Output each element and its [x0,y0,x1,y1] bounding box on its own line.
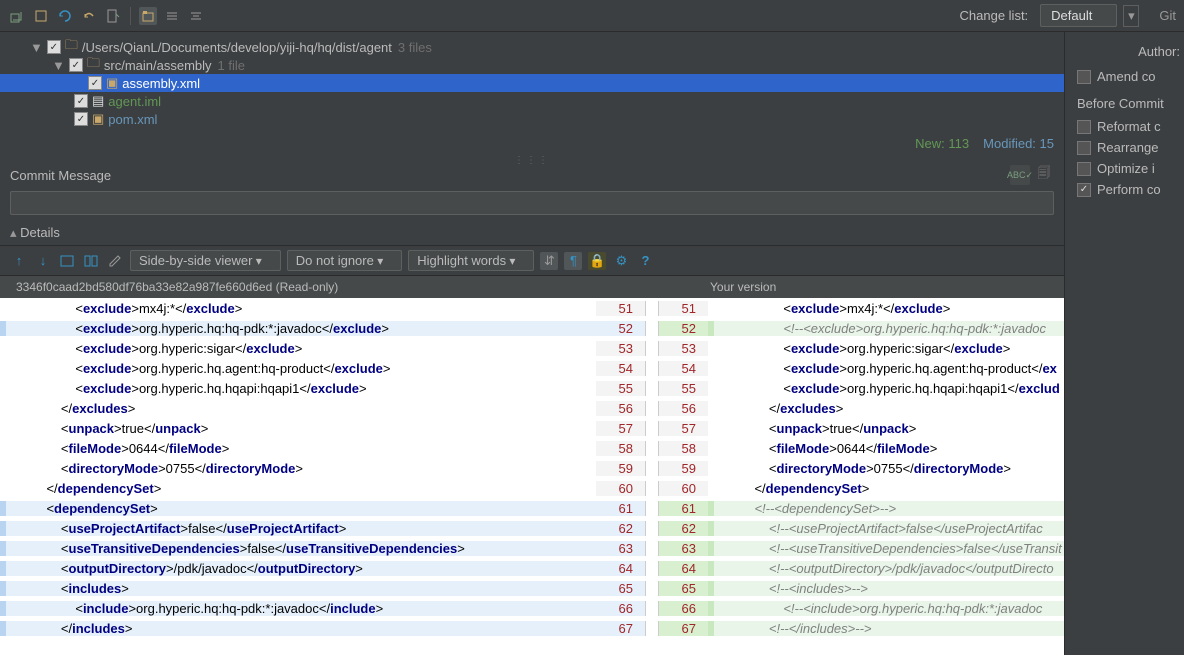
diff-line[interactable]: </excludes>5656 </excludes> [0,398,1064,418]
diff-title-bar: 3346f0caad2bd580df76ba33e82a987fe660d6ed… [0,276,1064,298]
chevron-down-icon[interactable]: ▼ [30,40,43,55]
settings-gear-icon[interactable]: ⚙ [612,252,630,270]
diff-line[interactable]: <unpack>true</unpack>5757 <unpack>true</… [0,418,1064,438]
undo-icon[interactable] [80,7,98,25]
xml-file-icon: ▣ [106,75,118,91]
diff-line[interactable]: <exclude>mx4j:*</exclude>5151 <exclude>m… [0,298,1064,318]
file-count: 1 file [218,58,245,73]
new-count: New: 113 [915,136,969,151]
diff-line[interactable]: <useTransitiveDependencies>false</useTra… [0,538,1064,558]
checkbox[interactable]: ✓ [47,40,61,54]
tree-file-iml[interactable]: ✓ ▤ agent.iml [0,92,1064,110]
tree-file-pom[interactable]: ✓ ▣ pom.xml [0,110,1064,128]
amend-checkbox-row[interactable]: Amend co [1077,69,1180,84]
rearrange-checkbox[interactable]: Rearrange [1077,140,1180,155]
go-to-icon[interactable] [58,252,76,270]
xml-file-icon: ▣ [92,111,104,127]
sync-scroll-icon[interactable]: ⇵ [540,252,558,270]
prev-diff-icon[interactable]: ↑ [10,252,28,270]
diff-line[interactable]: </includes>6767 <!--</includes>--> [0,618,1064,638]
author-label: Author: [1077,44,1180,59]
whitespace-icon[interactable]: ¶ [564,252,582,270]
diff-line[interactable]: <fileMode>0644</fileMode>5858 <fileMode>… [0,438,1064,458]
diff-line[interactable]: <exclude>org.hyperic.hq.agent:hq-product… [0,358,1064,378]
diff-icon[interactable] [104,7,122,25]
details-toggle[interactable]: Details [0,221,1064,245]
file-count: 3 files [398,40,432,55]
main-toolbar: Change list: Default ▾ Git [0,0,1184,32]
dropdown-arrow-icon[interactable]: ▾ [1123,5,1139,27]
diff-line[interactable]: <outputDirectory>/pdk/javadoc</outputDir… [0,558,1064,578]
compare-icon[interactable] [82,252,100,270]
file-tree: ▼ ✓ 🗀 /Users/QianL/Documents/develop/yij… [0,32,1064,132]
viewer-mode-dropdown[interactable]: Side-by-side viewer ▾ [130,250,281,271]
history-icon[interactable]: 🗐 [1034,165,1054,185]
diff-line[interactable]: <includes>6565 <!--<includes>--> [0,578,1064,598]
diff-line[interactable]: <include>org.hyperic.hq:hq-pdk:*:javadoc… [0,598,1064,618]
diff-line[interactable]: <exclude>org.hyperic.hq:hq-pdk:*:javadoc… [0,318,1064,338]
perform-checkbox[interactable]: ✓Perform co [1077,182,1180,197]
left-revision-label: 3346f0caad2bd580df76ba33e82a987fe660d6ed… [0,280,596,294]
chevron-down-icon[interactable]: ▼ [52,58,65,73]
tree-file-assembly[interactable]: ✓ ▣ assembly.xml [0,74,1064,92]
diff-toolbar: ↑ ↓ Side-by-side viewer ▾ Do not ignore … [0,245,1064,276]
expand-icon[interactable] [163,7,181,25]
commit-message-input[interactable] [10,191,1054,215]
spellcheck-icon[interactable]: ABC✓ [1010,165,1030,185]
checkbox[interactable]: ✓ [88,76,102,90]
folder-icon: 🗀 [65,36,78,58]
diff-line[interactable]: <exclude>org.hyperic:sigar</exclude>5353… [0,338,1064,358]
collapse-icon[interactable] [187,7,205,25]
help-icon[interactable]: ? [636,252,654,270]
commit-icon[interactable] [8,7,26,25]
diff-line[interactable]: <exclude>org.hyperic.hq.hqapi:hqapi1</ex… [0,378,1064,398]
change-list-dropdown[interactable]: Default [1040,4,1117,27]
lock-icon[interactable]: 🔒 [588,252,606,270]
refresh-icon[interactable] [56,7,74,25]
iml-file-icon: ▤ [92,93,104,109]
diff-line[interactable]: <directoryMode>0755</directoryMode>5959 … [0,458,1064,478]
diff-viewer[interactable]: <exclude>mx4j:*</exclude>5151 <exclude>m… [0,298,1064,655]
toolbar-separator [130,7,131,25]
modified-count: Modified: 15 [983,136,1054,151]
before-commit-label: Before Commit [1077,96,1180,111]
next-diff-icon[interactable]: ↓ [34,252,52,270]
diff-line[interactable]: </dependencySet>6060 </dependencySet> [0,478,1064,498]
diff-line[interactable]: <dependencySet>6161 <!--<dependencySet>-… [0,498,1064,518]
highlight-dropdown[interactable]: Highlight words ▾ [408,250,534,271]
tree-sub-folder[interactable]: ▼ ✓ 🗀 src/main/assembly 1 file [0,56,1064,74]
group-icon[interactable] [139,7,157,25]
right-revision-label: Your version [696,280,1064,294]
commit-options-panel: Author: Amend co Before Commit Reformat … [1064,32,1184,655]
checkbox[interactable]: ✓ [69,58,83,72]
folder-icon: 🗀 [87,54,100,76]
diff-line[interactable]: <useProjectArtifact>false</useProjectArt… [0,518,1064,538]
reformat-checkbox[interactable]: Reformat c [1077,119,1180,134]
ignore-dropdown[interactable]: Do not ignore ▾ [287,250,402,271]
optimize-checkbox[interactable]: Optimize i [1077,161,1180,176]
git-label: Git [1159,8,1176,23]
status-line: New: 113 Modified: 15 [0,132,1064,155]
edit-icon[interactable] [106,252,124,270]
commit-message-label: Commit Message [10,168,111,183]
checkbox[interactable]: ✓ [74,112,88,126]
checkbox[interactable]: ✓ [74,94,88,108]
rollback-icon[interactable] [32,7,50,25]
change-list-label: Change list: [960,8,1029,23]
tree-root-folder[interactable]: ▼ ✓ 🗀 /Users/QianL/Documents/develop/yij… [0,38,1064,56]
